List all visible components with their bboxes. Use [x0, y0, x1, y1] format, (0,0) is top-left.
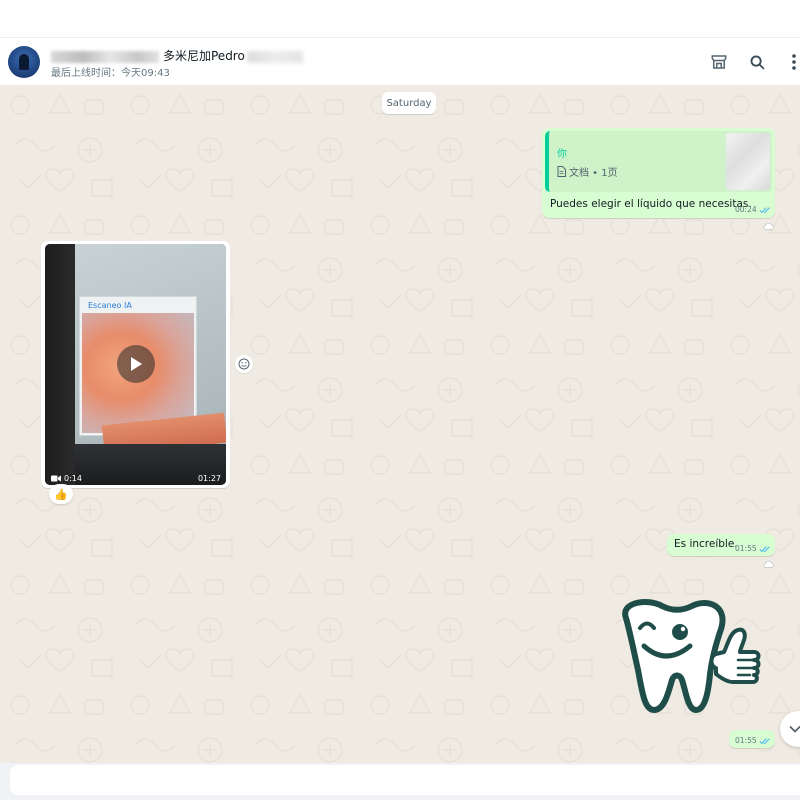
tooth-sticker[interactable]	[612, 598, 772, 718]
message-reaction[interactable]: 👍	[49, 484, 73, 504]
play-icon	[131, 357, 142, 371]
cloud-icon	[763, 222, 774, 230]
quote-document-info: 文档 • 1页	[557, 164, 618, 179]
cloud-icon	[763, 560, 774, 568]
video-duration: 0:14	[64, 474, 82, 483]
message-bubble-outgoing[interactable]: 你 文档 • 1页 Puedes elegir el líquido que n…	[542, 128, 775, 218]
video-camera-icon	[51, 475, 61, 482]
read-ticks-icon	[759, 545, 770, 552]
date-divider: Saturday	[382, 92, 436, 114]
message-time: 01:27	[197, 474, 221, 483]
window-top-area	[0, 0, 800, 37]
message-meta: 00:24	[735, 205, 772, 214]
avatar[interactable]	[8, 46, 40, 78]
read-ticks-icon	[759, 206, 770, 213]
message-time: 01:55	[735, 736, 757, 745]
chat-header[interactable]: 多米尼加Pedro 最后上线时间：今天09:43	[0, 37, 800, 85]
message-bubble-outgoing[interactable]: Es increíble. 01:55	[667, 534, 775, 556]
read-ticks-icon	[759, 737, 770, 744]
emoji-icon	[238, 358, 250, 370]
compose-bar	[0, 763, 800, 800]
contact-name[interactable]: 多米尼加Pedro	[51, 47, 303, 64]
message-time: 00:24	[735, 205, 757, 214]
redacted-name-part	[51, 50, 159, 63]
document-thumbnail	[726, 133, 770, 190]
video-frame-label: Escaneo IA	[88, 301, 132, 310]
video-thumbnail[interactable]: Escaneo IA 0:14 01:27	[45, 244, 226, 485]
last-seen-status: 最后上线时间：今天09:43	[51, 68, 170, 79]
message-input[interactable]	[10, 765, 800, 795]
chevron-down-icon	[789, 725, 800, 733]
redacted-name-suffix	[246, 50, 303, 63]
sticker-message-meta: 01:55	[729, 730, 775, 748]
document-icon	[557, 166, 566, 177]
add-reaction-button[interactable]	[235, 355, 253, 373]
quoted-document[interactable]: 你 文档 • 1页	[545, 131, 772, 192]
message-meta: 01:55	[735, 544, 772, 553]
menu-icon[interactable]	[784, 52, 800, 72]
message-time: 01:55	[735, 544, 757, 553]
video-message[interactable]: Escaneo IA 0:14 01:27	[41, 241, 230, 488]
play-button[interactable]	[117, 345, 155, 383]
quote-author: 你	[557, 149, 567, 160]
search-icon[interactable]	[747, 52, 767, 72]
message-text: Puedes elegir el líquido que necesitas.	[550, 198, 752, 210]
store-icon[interactable]	[709, 52, 729, 72]
message-text: Es increíble.	[674, 538, 738, 550]
